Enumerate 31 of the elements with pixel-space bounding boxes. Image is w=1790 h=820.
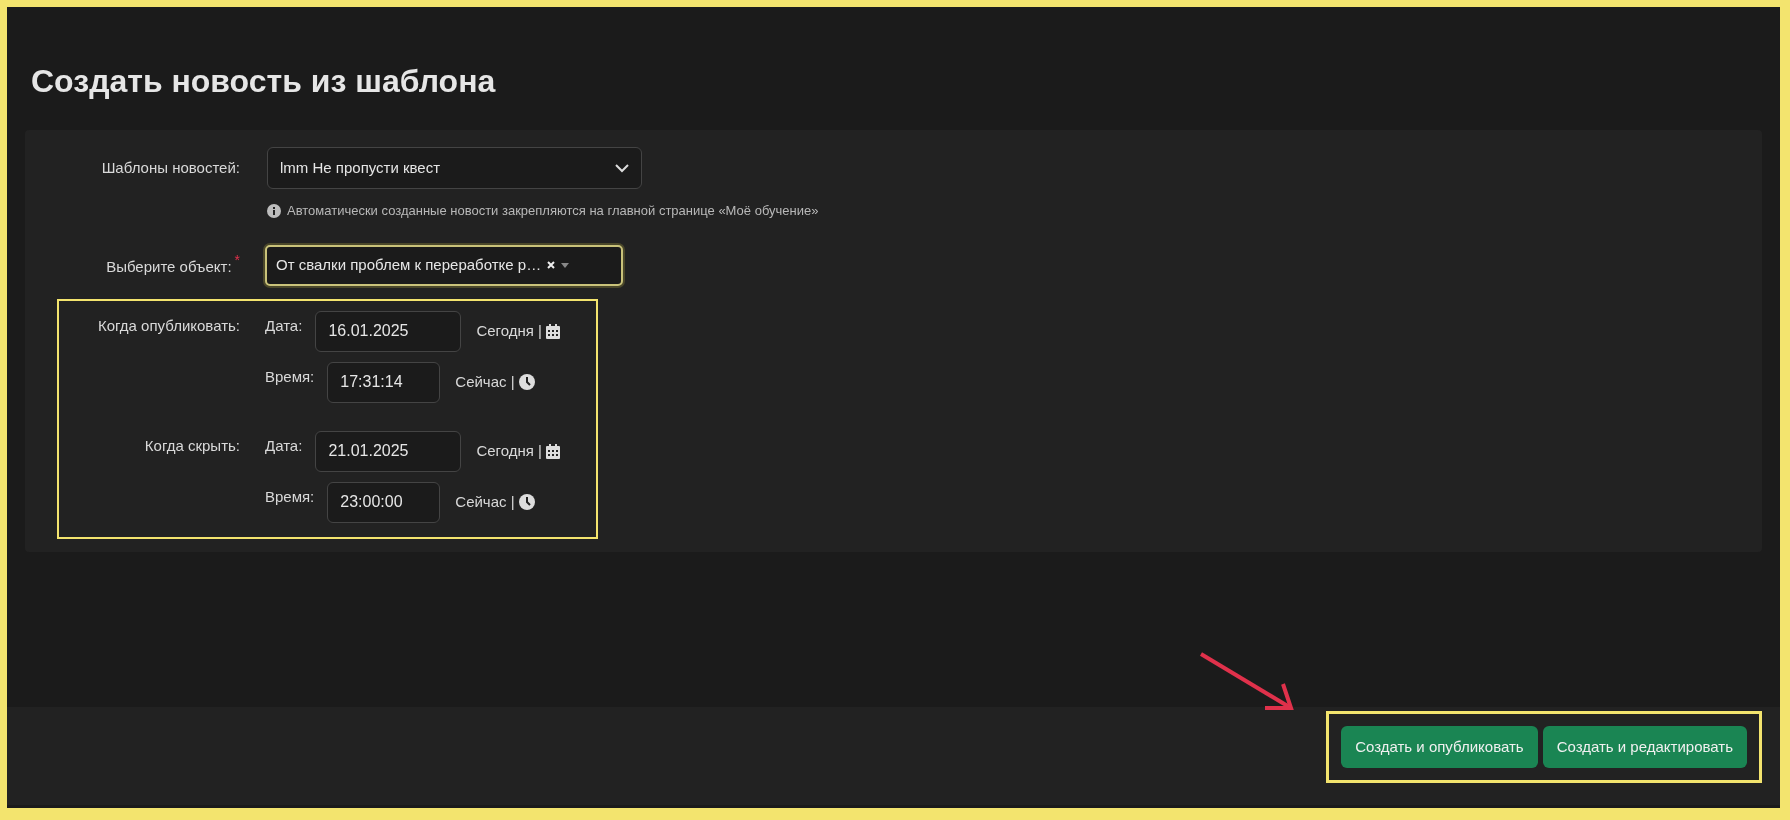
field-label: Шаблоны новостей: (101, 158, 240, 178)
field-label: Время: (265, 366, 315, 387)
chevron-down-icon (615, 163, 629, 173)
caret-down-icon (561, 262, 570, 268)
now-link[interactable]: Сейчас | (455, 370, 515, 394)
action-button[interactable]: Создать и редактировать (1542, 726, 1747, 768)
date-input[interactable]: 16.01.2025 (315, 310, 462, 352)
field-label: Дата: (265, 435, 303, 456)
field-label: Выберите объект: (106, 256, 232, 277)
select-field[interactable]: lmm Не пропусти квест (267, 147, 642, 189)
date-input[interactable]: 21.01.2025 (315, 430, 462, 472)
today-link[interactable]: Сегодня | (476, 319, 542, 343)
field-label: Время: (265, 486, 315, 507)
clock-icon[interactable] (518, 374, 535, 390)
clock-icon[interactable] (518, 494, 535, 510)
select-field[interactable]: От свалки проблем к переработке р… (265, 244, 623, 286)
field-label: Когда скрыть: (144, 435, 240, 456)
page-title: Создать новость из шаблона (31, 62, 496, 101)
info-icon (267, 203, 281, 218)
time-input[interactable]: 23:00:00 (327, 481, 441, 523)
time-input[interactable]: 17:31:14 (327, 361, 441, 403)
today-link[interactable]: Сегодня | (476, 439, 542, 463)
calendar-icon[interactable] (545, 323, 560, 339)
clear-icon[interactable] (547, 261, 556, 269)
action-button[interactable]: Создать и опубликовать (1341, 726, 1538, 768)
hint-text: Автоматически созданные новости закрепляются на главной странице «Моё обучение» (287, 202, 819, 220)
required-asterisk: * (234, 250, 240, 270)
calendar-icon[interactable] (545, 443, 560, 459)
field-label: Дата: (265, 315, 303, 336)
field-label: Когда опубликовать: (97, 315, 240, 336)
now-link[interactable]: Сейчас | (455, 490, 515, 514)
